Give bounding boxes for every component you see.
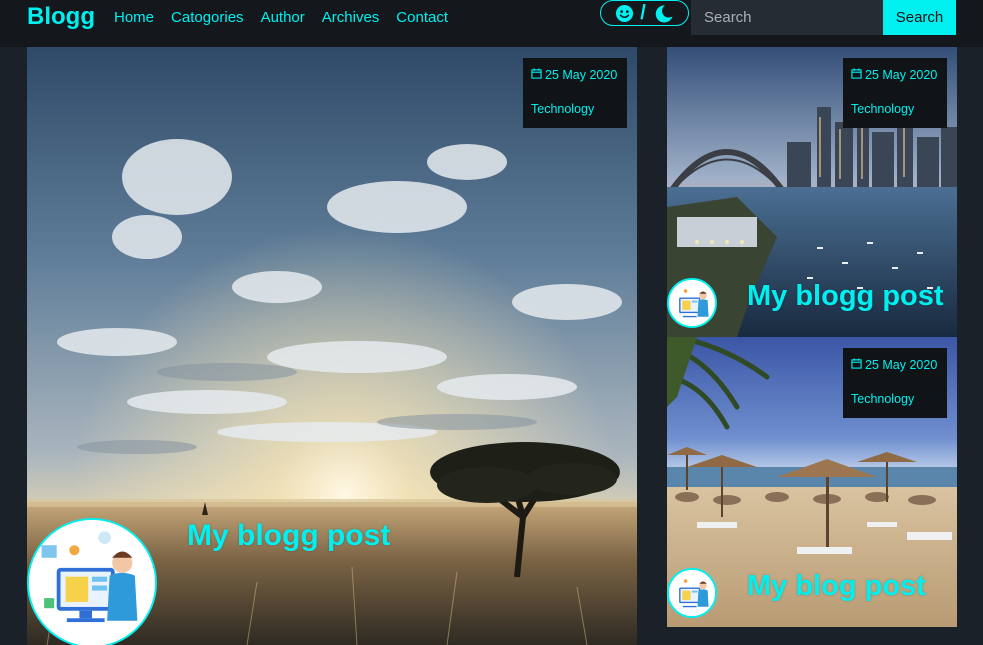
search-input[interactable] xyxy=(691,0,883,35)
calendar-icon xyxy=(851,68,862,82)
author-avatar[interactable] xyxy=(667,568,717,618)
post-date: 25 May 2020 xyxy=(531,68,619,82)
post-title-link[interactable]: My blog post xyxy=(747,570,926,603)
theme-toggle-separator: / xyxy=(640,1,646,24)
smiley-icon xyxy=(615,4,634,23)
post-card[interactable]: 25 May 2020 Technology My blog post xyxy=(667,337,957,627)
theme-toggle-button[interactable]: / xyxy=(600,0,689,26)
nav-link-contact[interactable]: Contact xyxy=(396,9,448,26)
post-meta-badge: 25 May 2020 Technology xyxy=(843,58,947,128)
nav-link-archives[interactable]: Archives xyxy=(322,9,380,26)
search-button[interactable]: Search xyxy=(883,0,956,35)
author-illustration xyxy=(669,280,715,326)
author-illustration xyxy=(29,520,155,645)
nav-links: Home Catogories Author Archives Contact xyxy=(114,0,448,34)
featured-post-card[interactable]: 25 May 2020 Technology My blogg post xyxy=(27,47,637,645)
moon-icon xyxy=(652,4,674,23)
post-title-link[interactable]: My blogg post xyxy=(747,280,944,313)
nav-link-home[interactable]: Home xyxy=(114,9,154,26)
author-illustration xyxy=(669,570,715,616)
post-meta-badge: 25 May 2020 Technology xyxy=(523,58,627,128)
post-category-link[interactable]: Technology xyxy=(531,102,619,116)
nav-link-categories[interactable]: Catogories xyxy=(171,9,244,26)
navbar: Blogg Home Catogories Author Archives Co… xyxy=(0,0,983,47)
post-meta-badge: 25 May 2020 Technology xyxy=(843,348,947,418)
post-date: 25 May 2020 xyxy=(851,358,939,372)
post-date-text: 25 May 2020 xyxy=(545,68,618,82)
author-avatar[interactable] xyxy=(667,278,717,328)
post-title-link[interactable]: My blogg post xyxy=(187,519,390,553)
calendar-icon xyxy=(851,358,862,372)
post-category-link[interactable]: Technology xyxy=(851,392,939,406)
post-category-link[interactable]: Technology xyxy=(851,102,939,116)
brand-logo-link[interactable]: Blogg xyxy=(27,3,95,31)
calendar-icon xyxy=(531,68,542,82)
nav-link-author[interactable]: Author xyxy=(261,9,305,26)
post-date: 25 May 2020 xyxy=(851,68,939,82)
post-date-text: 25 May 2020 xyxy=(865,358,938,372)
post-date-text: 25 May 2020 xyxy=(865,68,938,82)
author-avatar[interactable] xyxy=(27,518,157,645)
post-card[interactable]: 25 May 2020 Technology My blogg post xyxy=(667,47,957,337)
